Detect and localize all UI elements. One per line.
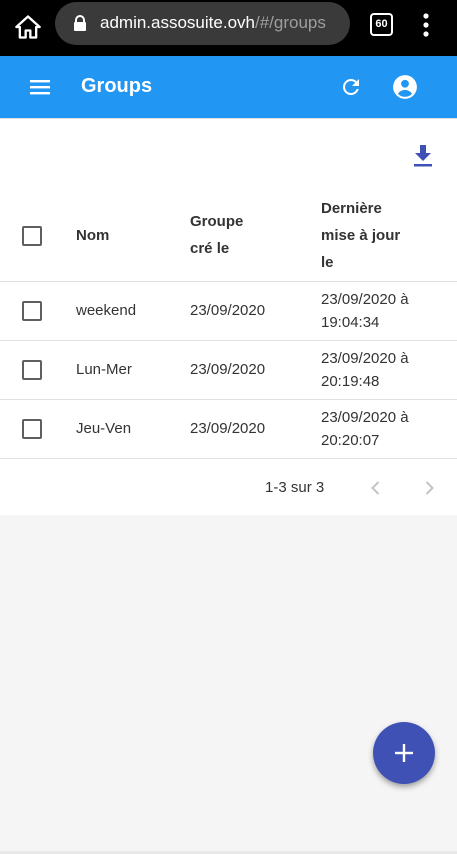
url-host: admin.assosuite.ovh xyxy=(100,13,255,32)
url-text: admin.assosuite.ovh/#/groups xyxy=(100,13,326,33)
tab-switcher-button[interactable]: 60 xyxy=(370,13,393,36)
add-group-button[interactable] xyxy=(373,722,435,784)
group-created-date: 23/09/2020 xyxy=(190,361,266,378)
column-header-updated-line2: mise à jour xyxy=(321,227,401,244)
select-all-checkbox[interactable] xyxy=(22,226,42,246)
table-header: Nom Groupe cré le Dernière mise à jour l… xyxy=(0,193,457,282)
column-header-updated-line1: Dernière xyxy=(321,200,382,217)
table-row[interactable]: Jeu-Ven 23/09/2020 23/09/2020 à 20:20:07 xyxy=(0,400,457,459)
address-bar[interactable]: admin.assosuite.ovh/#/groups xyxy=(55,2,350,45)
group-updated-time: 19:04:34 xyxy=(321,314,380,331)
column-header-updated[interactable]: Dernière mise à jour le xyxy=(321,195,400,276)
group-updated-date: 23/09/2020 à 20:19:48 xyxy=(321,347,409,393)
group-updated-date-line1: 23/09/2020 à xyxy=(321,291,409,308)
page-title: Groups xyxy=(81,75,153,97)
pagination-range: 1-3 sur 3 xyxy=(265,479,325,496)
group-name: Lun-Mer xyxy=(76,361,132,378)
group-updated-date: 23/09/2020 à 19:04:34 xyxy=(321,288,409,334)
more-vert-icon[interactable] xyxy=(420,12,432,38)
group-updated-date-line1: 23/09/2020 à xyxy=(321,350,409,367)
browser-toolbar: admin.assosuite.ovh/#/groups 60 xyxy=(0,0,457,56)
hamburger-menu-icon[interactable] xyxy=(28,75,52,99)
group-name: Jeu-Ven xyxy=(76,420,132,437)
lock-icon xyxy=(74,15,86,31)
row-checkbox[interactable] xyxy=(22,301,42,321)
column-header-updated-line3: le xyxy=(321,254,334,271)
table-row[interactable]: Lun-Mer 23/09/2020 23/09/2020 à 20:19:48 xyxy=(0,341,457,400)
url-path: /#/groups xyxy=(254,13,326,32)
group-updated-time: 20:20:07 xyxy=(321,432,380,449)
app-bar: Groups xyxy=(0,56,457,118)
column-header-created[interactable]: Groupe cré le xyxy=(190,208,243,262)
chevron-right-icon[interactable] xyxy=(419,478,439,498)
group-created-date: 23/09/2020 xyxy=(190,302,266,319)
group-name: weekend xyxy=(76,302,137,319)
download-icon[interactable] xyxy=(412,143,434,167)
column-header-created-line2: cré le xyxy=(190,240,230,257)
table-row[interactable]: weekend 23/09/2020 23/09/2020 à 19:04:34 xyxy=(0,282,457,341)
group-updated-date-line1: 23/09/2020 à xyxy=(321,409,409,426)
column-header-nom[interactable]: Nom xyxy=(76,222,109,249)
groups-list-card: Nom Groupe cré le Dernière mise à jour l… xyxy=(0,118,457,515)
refresh-icon[interactable] xyxy=(339,75,363,99)
group-updated-date: 23/09/2020 à 20:20:07 xyxy=(321,406,409,452)
account-circle-icon[interactable] xyxy=(392,74,418,100)
group-created-date: 23/09/2020 xyxy=(190,420,266,437)
row-checkbox[interactable] xyxy=(22,360,42,380)
home-icon[interactable] xyxy=(14,13,42,41)
row-checkbox[interactable] xyxy=(22,419,42,439)
chevron-left-icon[interactable] xyxy=(366,478,386,498)
plus-icon xyxy=(395,744,413,762)
group-updated-time: 20:19:48 xyxy=(321,373,380,390)
column-header-created-line1: Groupe xyxy=(190,213,244,230)
pagination: 1-3 sur 3 xyxy=(0,459,457,516)
